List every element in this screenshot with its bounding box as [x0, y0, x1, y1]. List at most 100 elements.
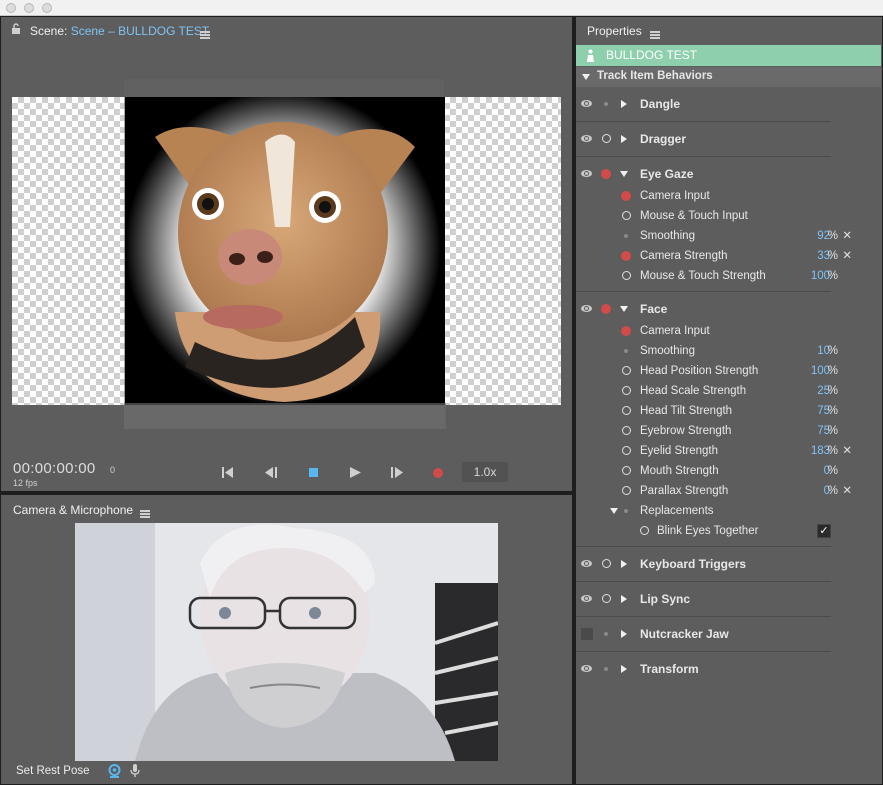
inactive-dot [624, 509, 628, 513]
microphone-toggle-button[interactable] [130, 764, 140, 781]
zoom-window-button[interactable] [42, 3, 52, 13]
hidden-eye-toggle[interactable] [581, 628, 593, 640]
behavior-name: Lip Sync [640, 592, 691, 606]
eye-gaze-smoothing[interactable]: Smoothing 92 % ✕ [576, 226, 882, 246]
record-arm-icon[interactable] [602, 559, 611, 568]
expand-triangle-icon[interactable] [621, 560, 627, 568]
reset-icon[interactable]: ✕ [842, 481, 852, 501]
face-smoothing[interactable]: Smoothing 10 % [576, 341, 882, 361]
face-eyebrow-strength[interactable]: Eyebrow Strength 75 % [576, 421, 882, 441]
record-arm-icon[interactable] [640, 526, 649, 535]
face-head-scale-strength[interactable]: Head Scale Strength 25 % [576, 381, 882, 401]
record-arm-icon[interactable] [622, 366, 631, 375]
behavior-lip-sync[interactable]: Lip Sync [576, 589, 882, 609]
collapse-triangle-icon[interactable] [620, 171, 628, 177]
record-button[interactable] [433, 468, 443, 478]
scene-menu-icon[interactable] [200, 30, 210, 39]
record-arm-icon[interactable] [622, 466, 631, 475]
eye-icon[interactable] [581, 595, 592, 602]
eye-icon[interactable] [581, 100, 592, 107]
face-head-position-strength[interactable]: Head Position Strength 100 % [576, 361, 882, 381]
expand-triangle-icon[interactable] [621, 630, 627, 638]
param-label: Camera Strength [640, 250, 728, 262]
blink-checkbox[interactable]: ✓ [817, 524, 831, 538]
scene-name-link[interactable]: Scene – BULLDOG TEST [71, 24, 210, 38]
eye-icon[interactable] [581, 560, 592, 567]
expand-triangle-icon[interactable] [621, 595, 627, 603]
behavior-dangle[interactable]: Dangle [576, 94, 882, 114]
record-arm-icon[interactable] [622, 211, 631, 220]
param-label: Camera Input [640, 190, 710, 202]
record-arm-icon[interactable] [622, 446, 631, 455]
param-label: Replacements [640, 505, 714, 517]
go-to-start-button[interactable] [222, 467, 234, 481]
record-armed-icon[interactable] [621, 326, 631, 336]
track-item-behaviors-header[interactable]: Track Item Behaviors [576, 67, 881, 87]
face-eyelid-strength[interactable]: Eyelid Strength 183 % ✕ [576, 441, 882, 461]
eye-gaze-camera-input[interactable]: Camera Input [576, 186, 882, 206]
expand-triangle-icon[interactable] [621, 135, 627, 143]
puppet-bar[interactable]: BULLDOG TEST [576, 45, 881, 66]
properties-title: Properties [587, 24, 642, 38]
record-armed-icon[interactable] [621, 191, 631, 201]
playback-speed-button[interactable]: 1.0x [462, 462, 508, 482]
play-button[interactable] [350, 467, 361, 481]
param-label: Head Position Strength [640, 365, 759, 377]
reset-icon[interactable]: ✕ [842, 226, 852, 246]
record-arm-icon[interactable] [622, 386, 631, 395]
properties-menu-icon[interactable] [650, 30, 660, 39]
param-label: Smoothing [640, 345, 695, 357]
properties-panel: Properties BULLDOG TEST Track Item Behav… [576, 17, 882, 784]
eye-icon[interactable] [581, 170, 592, 177]
face-blink-eyes-together[interactable]: Blink Eyes Together ✓ [576, 521, 882, 541]
behavior-eye-gaze[interactable]: Eye Gaze [576, 164, 882, 184]
camera-toggle-button[interactable] [108, 764, 121, 781]
camera-microphone-panel: Camera & Microphone Set Rest Pose [1, 495, 572, 784]
record-arm-icon[interactable] [622, 406, 631, 415]
reset-icon[interactable]: ✕ [842, 441, 852, 461]
scene-title: Scene: Scene – BULLDOG TEST [30, 24, 209, 38]
minimize-window-button[interactable] [24, 3, 34, 13]
step-forward-button[interactable] [391, 467, 403, 481]
record-arm-icon[interactable] [602, 594, 611, 603]
behavior-dragger[interactable]: Dragger [576, 129, 882, 149]
eye-icon[interactable] [581, 135, 592, 142]
collapse-triangle-icon[interactable] [610, 508, 618, 514]
percent-unit: % [827, 365, 838, 377]
record-arm-icon[interactable] [602, 134, 611, 143]
eye-gaze-camera-strength[interactable]: Camera Strength 33 % ✕ [576, 246, 882, 266]
record-arm-icon[interactable] [622, 271, 631, 280]
behavior-nutcracker-jaw[interactable]: Nutcracker Jaw [576, 624, 882, 644]
behavior-face[interactable]: Face [576, 299, 882, 319]
face-parallax-strength[interactable]: Parallax Strength 0 % ✕ [576, 481, 882, 501]
record-armed-icon[interactable] [621, 251, 631, 261]
eye-icon[interactable] [581, 305, 592, 312]
behavior-name: Eye Gaze [640, 167, 694, 181]
expand-triangle-icon[interactable] [621, 665, 627, 673]
camera-menu-icon[interactable] [140, 509, 150, 518]
record-arm-icon[interactable] [622, 486, 631, 495]
stop-button[interactable] [309, 468, 318, 477]
face-head-tilt-strength[interactable]: Head Tilt Strength 75 % [576, 401, 882, 421]
eye-gaze-mouse-touch-strength[interactable]: Mouse & Touch Strength 100 % [576, 266, 882, 286]
behavior-transform[interactable]: Transform [576, 659, 882, 679]
record-armed-icon[interactable] [601, 169, 611, 179]
eye-icon[interactable] [581, 665, 592, 672]
record-armed-icon[interactable] [601, 304, 611, 314]
step-back-button[interactable] [265, 467, 277, 481]
behavior-keyboard-triggers[interactable]: Keyboard Triggers [576, 554, 882, 574]
face-replacements[interactable]: Replacements [576, 501, 882, 521]
eye-gaze-mouse-touch-input[interactable]: Mouse & Touch Input [576, 206, 882, 226]
record-arm-icon[interactable] [622, 426, 631, 435]
percent-unit: % [827, 345, 838, 357]
set-rest-pose-button[interactable]: Set Rest Pose [16, 765, 90, 777]
face-camera-input[interactable]: Camera Input [576, 321, 882, 341]
face-mouth-strength[interactable]: Mouth Strength 0 % [576, 461, 882, 481]
behavior-name: Keyboard Triggers [640, 557, 747, 571]
close-window-button[interactable] [6, 3, 16, 13]
expand-triangle-icon[interactable] [621, 100, 627, 108]
lock-icon[interactable] [11, 23, 21, 35]
divider [576, 546, 831, 547]
collapse-triangle-icon[interactable] [620, 306, 628, 312]
reset-icon[interactable]: ✕ [842, 246, 852, 266]
